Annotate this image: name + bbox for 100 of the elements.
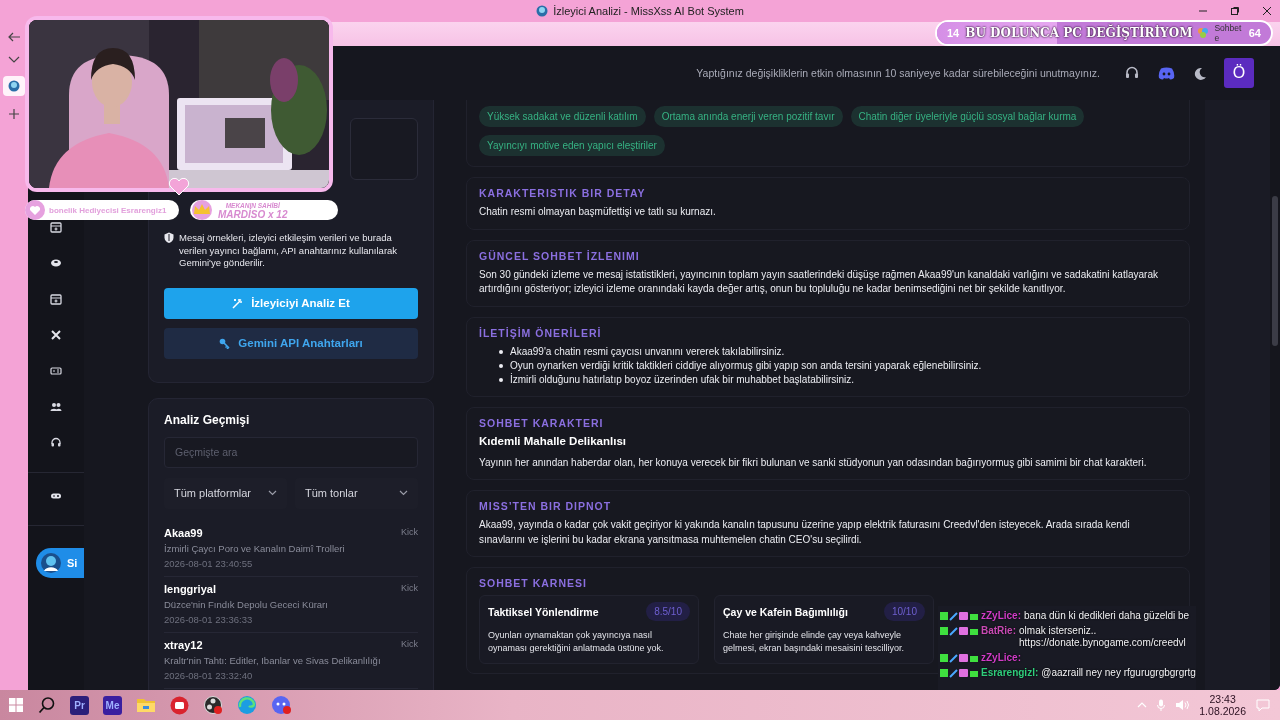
score-title: Taktiksel Yönlendirme <box>488 605 599 618</box>
analysis-title: İzmirli Çaycı Poro ve Kanalın Daimî Trolleri <box>164 542 346 554</box>
chat-message: bana dün ki dedikleri daha güzeldi be <box>1024 610 1190 622</box>
platform-label: Kick <box>401 582 418 595</box>
chat-badge-icon <box>940 611 978 621</box>
close-icon[interactable] <box>1262 6 1272 16</box>
disc-icon[interactable] <box>50 257 62 269</box>
character-title: Kıdemli Mahalle Delikanlısı <box>479 434 627 447</box>
plus-icon[interactable] <box>8 108 20 120</box>
trait-tag: Chatin diğer üyeleriyle güçlü sosyal bağlar kurma <box>850 106 1085 127</box>
section-text: Chatin resmi olmayan başmüfettişi ve tatlı su kurnazı. <box>479 205 717 219</box>
suggestion-text: Akaa99'a chatin resmi çaycısı unvanını vererek takılabilirsiniz. <box>510 344 785 359</box>
trait-tag: Ortama anında enerji veren pozitif tavır <box>653 106 843 127</box>
section-text: Yayının her anından haberdar olan, her konuya verecek bir fikri bulunan ve sanki stüdyonun yan odasından bağırıyormuş gibi samimi bir chat karakteri. <box>479 455 1148 470</box>
score-title: Çay ve Kafein Bağımlılığı <box>723 605 848 618</box>
suggestion-text: Oyun oynarken verdiği kritik taktikleri ciddiye alıyormuş gibi yapıp son anda tersini yaparak eğlenebilirsiniz. <box>510 358 982 373</box>
analysis-title: Düzce'nin Fındık Depolu Gececi Kürarı <box>164 598 329 610</box>
chat-badge-icon <box>940 626 978 636</box>
avatar-icon <box>40 552 62 574</box>
privacy-note: Mesaj örnekleri, izleyici etkileşim verileri ve burada verilen yayıncı bağlamı, API anahtarınız kullanılarak Gemini'ye gönderilir. <box>179 232 399 270</box>
discord-icon[interactable] <box>1158 66 1175 80</box>
section-heading: KARAKTERISTIK BIR DETAY <box>479 187 646 199</box>
history-item[interactable]: lenggriyal Kick Düzce'nin Fındık Depolu Gececi Kürarı 2026-08-01 23:36:33 <box>164 576 418 633</box>
section-text: Son 30 gündeki izleme ve mesaj istatistikleri, yayıncının toplam yayın saatlerindeki düşüşe rağmen Akaa99'un kanaldaki varlığını ve sadakatini katlayarak artırdığını gösteriyor; izleyici izleme oranındaki kayda değer artış, onun bu topluluğu ne kadar benimsediğini net bir şekilde kanıtlıyor. <box>479 267 1159 296</box>
chat-button-label: Sohbet e <box>1214 23 1243 43</box>
section-heading: SOHBET KARNESI <box>479 577 587 589</box>
chat-username: Esrarengizl: <box>981 667 1039 679</box>
id-card-icon[interactable] <box>50 365 62 377</box>
history-item[interactable]: Akaa99 Kick İzmirli Çaycı Poro ve Kanalın Daimî Trolleri 2026-08-01 23:40:55 <box>164 520 418 577</box>
moon-icon[interactable] <box>1193 66 1206 80</box>
score-badge: 8.5/10 <box>646 602 690 621</box>
platform-label: Kick <box>401 638 418 651</box>
key-icon <box>219 337 231 349</box>
goal-label: BU DOLUNCA PC DEĞİŞTİRİYOM <box>965 26 1193 40</box>
back-icon[interactable] <box>7 30 21 44</box>
history-item[interactable]: xtray12 Kick Kraltr'nin Tahtı: Editler, Ibanlar ve Sivas Delikanlılığı 2026-08-01 23:32:40 <box>164 632 418 689</box>
panel-title: Analiz Geçmişi <box>164 412 251 427</box>
app-icon <box>536 5 549 17</box>
app-icon[interactable] <box>170 695 189 715</box>
score-text: Chate her girişinde elinde çay veya kahveyle gelmesi, ekran başındaki mesaisini tescilliyor. <box>723 629 906 655</box>
clock-date: 1.08.2026 <box>1199 705 1246 717</box>
trait-tag: Yayıncıyı motive eden yapıcı eleştiriler <box>479 135 665 156</box>
api-keys-button[interactable]: Gemini API Anahtarları <box>164 327 418 359</box>
section-heading: GÜNCEL SOHBET İZLENIMI <box>479 249 640 262</box>
chat-username: BatRie: <box>981 625 1016 637</box>
browser-tab[interactable] <box>3 76 25 96</box>
chat-badge-icon <box>940 668 978 678</box>
heart-icon <box>168 178 190 196</box>
record-icon[interactable] <box>203 695 223 715</box>
analysis-title: Kraltr'nin Tahtı: Editler, Ibanlar ve Sivas Delikanlılığı <box>164 654 382 666</box>
chevron-down-icon <box>399 490 408 496</box>
score-text: Oyunları oynamaktan çok yayıncıya nasıl oynaması gerektiğini anlatmada üstüne yok. <box>488 629 665 655</box>
app-icon[interactable]: Me <box>103 695 122 715</box>
bullet-icon <box>499 363 503 368</box>
subscriber-badge: bonelik Hediyecisi Esrarengiz1 <box>25 200 179 220</box>
section-heading: İLETİŞİM ÖNERİLERİ <box>479 326 602 339</box>
viewer-name: lenggriyal <box>164 582 217 595</box>
section-text: Akaa99, yayında o kadar çok vakit geçiriyor ki yakında kanalın tapusunu üzerine yapıp elektrik faturasını Creedvl'den isteyecek. Arada sırada kendi sınavlarını ve işlerini bu kadar ekrana yansıtmasa muhtemelen chatin CEO'su seçilirdi. <box>479 518 1131 547</box>
timestamp: 2026-08-01 23:32:40 <box>164 669 254 681</box>
bullet-icon <box>499 349 503 354</box>
chat-badge-icon <box>940 653 978 663</box>
clock-time: 23:43 <box>1209 693 1236 705</box>
app-icon[interactable]: Pr <box>70 695 89 715</box>
bullet-icon <box>499 377 503 382</box>
crown-icon <box>190 200 214 220</box>
calendar-plus-icon[interactable] <box>50 293 62 305</box>
windows-icon[interactable] <box>8 697 24 713</box>
colorful-icon <box>1198 28 1209 38</box>
tools-icon[interactable] <box>50 329 62 341</box>
headset-icon[interactable] <box>1124 65 1140 81</box>
folder-icon[interactable] <box>136 697 156 713</box>
goal-current: 14 <box>947 27 960 39</box>
goal-target: 64 <box>1248 27 1261 39</box>
shield-icon <box>164 232 174 243</box>
magic-wand-icon <box>232 297 244 309</box>
clock[interactable]: 23:43 1.08.2026 <box>1199 693 1246 717</box>
platform-label: Kick <box>401 526 418 539</box>
trait-tag: Yüksek sadakat ve düzenli katılım <box>479 106 646 127</box>
app-icon <box>8 80 20 92</box>
search-icon[interactable] <box>38 696 56 714</box>
chevron-down-icon <box>268 490 277 496</box>
chat-message: @aazraill ney ney rfgurugrgbgrgrtg <box>1041 667 1196 679</box>
window-title: İzleyici Analizi - MissXss AI Bot System <box>553 5 744 17</box>
timestamp: 2026-08-01 23:36:33 <box>164 613 254 625</box>
chat-username: zZyLice: <box>981 610 1021 622</box>
timestamp: 2026-08-01 23:40:55 <box>164 557 254 569</box>
maximize-icon[interactable] <box>1230 6 1240 16</box>
users-icon[interactable] <box>50 401 62 413</box>
suggestion-text: İzmirli olduğunu hatırlatıp boyoz üzerinden ufak bir muhabbet başlatabilirsiniz. <box>510 372 855 387</box>
chevron-icon[interactable] <box>8 56 20 64</box>
calendar-plus-icon[interactable] <box>50 221 62 233</box>
score-badge: 10/10 <box>883 602 925 621</box>
section-heading: MISS’TEN BIR DIPNOT <box>479 500 612 512</box>
chat-message: olmak isterseniz.. https://donate.bynogame.com/creedvl <box>1019 625 1187 649</box>
viewer-name: xtray12 <box>164 638 204 651</box>
notice-text: Yaptığınız değişikliklerin etkin olmasının 10 saniyeye kadar sürebileceğini unutmayınız. <box>696 67 1100 79</box>
chat-username: zZyLice: <box>981 652 1021 664</box>
headset-icon[interactable] <box>50 437 62 449</box>
avatar[interactable]: Ö <box>1224 58 1254 88</box>
section-heading: SOHBET KARAKTERI <box>479 416 604 429</box>
